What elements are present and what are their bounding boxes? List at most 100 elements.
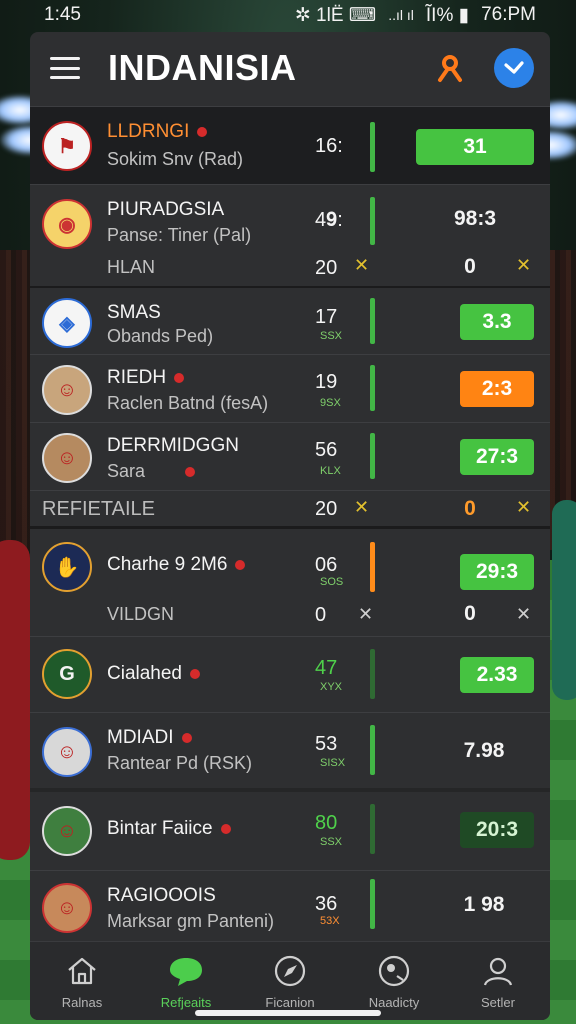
match-score: 36 (315, 893, 338, 915)
match-row[interactable]: ⚑ LLDRNGI Sokim Snv (Rad) 16: 31 (30, 106, 550, 185)
odds-button[interactable]: 0 (440, 596, 500, 632)
match-row[interactable]: ☺ DERRMIDGGN Sara 56 KLX 27:3 (30, 422, 550, 489)
avatar: ☺ (42, 365, 92, 415)
odds-button[interactable]: 27:3 (460, 439, 534, 475)
mini-stat: 53X (320, 915, 340, 927)
match-row[interactable]: ☺ RAGIOOOIS Marksar gm Panteni) 36 53X 1… (30, 870, 550, 945)
match-row[interactable]: ☺ Bintar Faiice 80 SSX 20:3 (30, 792, 550, 868)
team-crest-icon: G (42, 649, 92, 699)
avatar: ☺ (42, 883, 92, 933)
match-score: 80 (315, 812, 338, 834)
match-score: 06 (315, 554, 338, 576)
match-row[interactable]: ☺ RIEDH Raclen Batnd (fesA) 19 9SX 2:3 (30, 354, 550, 421)
match-score: 16: (315, 135, 343, 157)
close-icon: ✕ (358, 604, 374, 624)
status-bar-indicator (370, 433, 375, 479)
odds-button[interactable]: 31 (416, 129, 534, 165)
team-name: RIEDH (107, 367, 167, 388)
avatar: ☺ (42, 806, 92, 856)
close-icon: ✕ (354, 255, 370, 275)
avatar: ☺ (42, 433, 92, 483)
odds-button[interactable]: 98:3 (416, 201, 534, 237)
match-score: 0 (315, 604, 327, 626)
team-name: MDIADI (107, 727, 174, 748)
match-score: 4𝟗: (315, 209, 343, 231)
menu-icon[interactable] (50, 57, 80, 79)
signal-icon: ..ıl ıl (388, 7, 414, 23)
nav-item-results[interactable]: Refjeaits (134, 942, 238, 1020)
odds-button[interactable]: 1 98 (434, 887, 534, 923)
odds-button[interactable]: 20:3 (460, 812, 534, 848)
close-icon: ✕ (516, 604, 532, 624)
mini-stat: SSX (320, 836, 343, 848)
bottom-nav: Ralnas Refjeaits Ficanion Naadicty Setle… (30, 941, 550, 1020)
nav-item-explore[interactable]: Ficanion (238, 942, 342, 1020)
match-row[interactable]: ◉ PIURADGSIA Panse: Tiner (Pal) 4𝟗: 98:3… (30, 184, 550, 285)
team-subtitle: Panse: Tiner (Pal) (107, 225, 252, 245)
status-bar-indicator (370, 804, 375, 854)
team-name: RAGIOOOIS (107, 885, 216, 906)
match-score: 19 (315, 371, 338, 393)
mini-stat: KLX (320, 465, 341, 477)
match-score: 20 (315, 257, 338, 279)
odds-button[interactable]: 0 (440, 249, 500, 285)
odds-button[interactable]: 7.98 (434, 733, 534, 769)
team-name: Bintar Faiice (107, 818, 213, 839)
status-bar-indicator (370, 649, 375, 699)
team-subtitle: Sokim Snv (Rad) (107, 149, 244, 169)
match-row[interactable]: ☺ MDIADI Rantear Pd (RSK) 53 SISX 7.98 (30, 712, 550, 789)
compass-icon (272, 953, 308, 989)
team-name: PIURADGSIA (107, 199, 225, 220)
nav-label: Refjeaits (160, 994, 212, 1010)
app-header: INDANISIA (30, 32, 550, 104)
status-time: 1:45 (44, 4, 81, 25)
close-icon: ✕ (516, 497, 532, 517)
nav-item-home[interactable]: Ralnas (30, 942, 134, 1020)
nav-label: Setler (481, 994, 515, 1010)
team-crest-icon: ◉ (42, 199, 92, 249)
team-crest-icon: ✋ (42, 542, 92, 592)
nav-item-settings[interactable]: Setler (446, 942, 550, 1020)
mini-stat: SOS (320, 576, 344, 588)
status-icons: ✲ 1lЁ ⌨ (294, 4, 377, 26)
page-title: INDANISIA (108, 47, 297, 88)
team-name: Charhe 9 2M6 (107, 554, 228, 575)
chat-icon (168, 953, 204, 989)
status-bar-indicator (370, 298, 375, 344)
home-indicator[interactable] (195, 1010, 381, 1016)
section-row: REFIETAILE 20 ✕ 0 ✕ (30, 490, 550, 527)
user-icon (480, 953, 516, 989)
match-score: 17 (315, 306, 338, 328)
mini-stat: SISX (320, 757, 346, 769)
nav-label: Naadicty (368, 994, 420, 1010)
odds-button[interactable]: 29:3 (460, 554, 534, 590)
team-name: LLDRNGI (107, 121, 190, 142)
team-name: SMAS (107, 302, 161, 323)
team-name: DERRMIDGGN (107, 435, 239, 456)
profile-icon[interactable] (430, 48, 470, 88)
mini-stat: XYX (320, 681, 343, 693)
match-row[interactable]: G Cialahed 47 XYX 2.33 (30, 636, 550, 711)
nav-label: Ficanion (265, 994, 315, 1010)
match-score: 20 (315, 498, 338, 520)
nav-item-activity[interactable]: Naadicty (342, 942, 446, 1020)
scores-panel: INDANISIA ⚑ LLDRNGI Sokim Snv (Rad) 16: … (30, 32, 550, 1020)
battery-level: ĨI% ▮ (425, 4, 470, 26)
status-bar-indicator (370, 197, 375, 245)
status-bar: 1:45 ✲ 1lЁ ⌨ ..ıl ıl ĨI% ▮ 76:PM (0, 0, 576, 30)
team-crest-icon: ⚑ (42, 121, 92, 171)
team-subtitle: Sara (107, 461, 146, 481)
odds-button[interactable]: 2:3 (460, 371, 534, 407)
odds-button[interactable]: 0 (440, 491, 500, 527)
match-row[interactable]: ✋ Charhe 9 2M6 06 SOS 29:3 VILDGN 0 ✕ 0 … (30, 530, 550, 634)
team-crest-icon: ◈ (42, 298, 92, 348)
section-label: REFIETAILE (42, 498, 155, 520)
close-icon: ✕ (354, 497, 370, 517)
match-row[interactable]: ◈ SMAS Obands Ped) 17 SSX 3.3 (30, 286, 550, 354)
check-icon[interactable] (494, 48, 534, 88)
odds-button[interactable]: 3.3 (460, 304, 534, 340)
odds-button[interactable]: 2.33 (460, 657, 534, 693)
status-bar-indicator (370, 725, 375, 775)
home-icon (64, 953, 100, 989)
ball-icon (376, 953, 412, 989)
